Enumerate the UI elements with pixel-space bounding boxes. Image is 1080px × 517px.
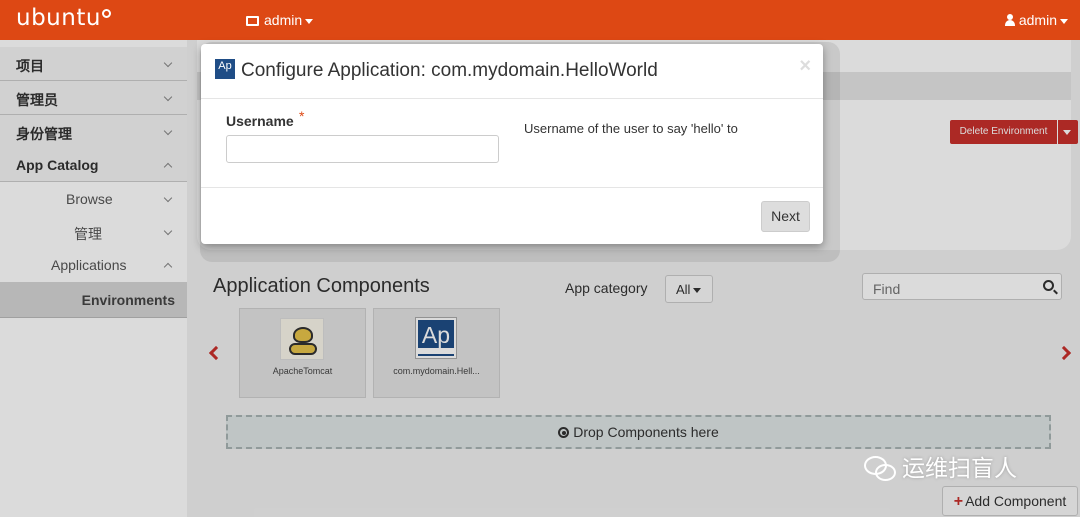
user-icon <box>1004 14 1015 26</box>
username-help-text: Username of the user to say 'hello' to <box>524 121 738 136</box>
ap-application-icon: Ap <box>215 59 235 79</box>
close-icon[interactable]: × <box>799 55 811 78</box>
caret-down-icon <box>1060 18 1068 24</box>
modal-title: Configure Application: com.mydomain.Hell… <box>241 60 658 81</box>
logo-text: ubuntu <box>16 5 101 31</box>
required-marker: * <box>299 108 305 124</box>
modal-logo-text: Ap <box>218 60 232 72</box>
wechat-icon <box>864 456 896 481</box>
top-navbar: ubuntu admin admin <box>0 0 1080 40</box>
watermark: 运维扫盲人 <box>864 449 1017 483</box>
username-label: Username <box>226 113 294 129</box>
modal-header: Ap Configure Application: com.mydomain.H… <box>201 44 823 99</box>
configure-application-modal: Ap Configure Application: com.mydomain.H… <box>201 44 823 244</box>
caret-down-icon <box>305 18 314 24</box>
next-button[interactable]: Next <box>761 201 810 232</box>
username-input[interactable] <box>226 135 499 163</box>
user-dropdown-label: admin <box>1018 12 1057 28</box>
user-dropdown[interactable]: admin <box>1004 12 1068 28</box>
project-dropdown[interactable]: admin <box>246 12 314 28</box>
ubuntu-logo[interactable]: ubuntu <box>16 5 111 31</box>
project-icon <box>246 16 259 26</box>
watermark-text: 运维扫盲人 <box>902 456 1017 482</box>
project-dropdown-label: admin <box>264 12 303 28</box>
circle-of-friends-icon <box>101 9 111 18</box>
modal-footer: Next <box>201 187 823 244</box>
